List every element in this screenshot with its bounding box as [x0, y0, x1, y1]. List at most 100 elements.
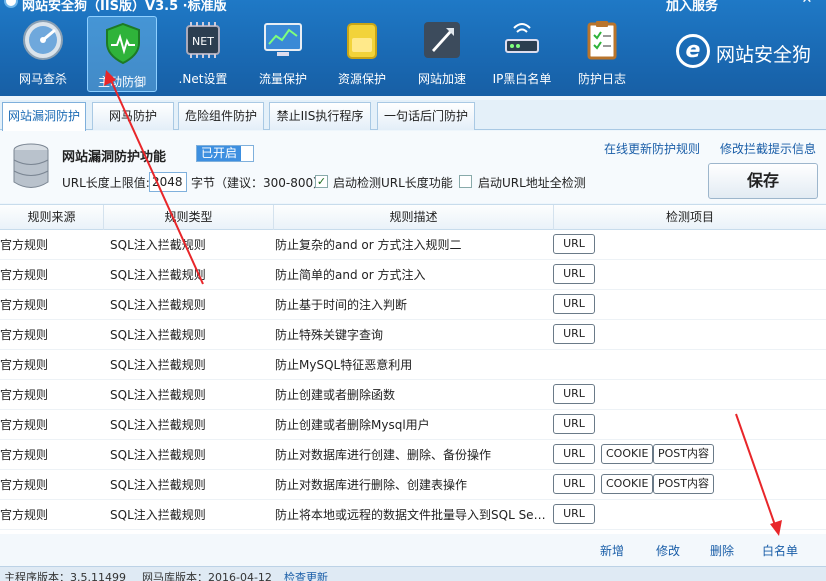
title-bar: 网站安全狗（IIS版）V3.5 ·标准版 加入服务 — ✕ [0, 0, 826, 12]
tab-trojan-protect[interactable]: 网马防护 [92, 102, 174, 130]
check-item-tag[interactable]: URL [553, 384, 595, 404]
tab-danger-component[interactable]: 危险组件防护 [178, 102, 264, 130]
router-icon [505, 23, 539, 53]
check-item-tag[interactable]: URL [553, 414, 595, 434]
edit-button[interactable]: 修改 [656, 542, 680, 559]
toolbar-label: 网站加速 [417, 72, 466, 86]
update-rules-link[interactable]: 在线更新防护规则 [604, 140, 700, 157]
toolbar-item-resource[interactable]: 资源保护 [327, 14, 397, 90]
cell-desc: 防止MySQL特征恶意利用 [275, 358, 413, 372]
toolbar-label: 主动防御 [97, 75, 146, 89]
tab-iis-exec[interactable]: 禁止IIS执行程序 [269, 102, 371, 130]
url-length-check-checkbox[interactable]: ✓ [315, 175, 328, 188]
table-header: 规则来源 规则类型 规则描述 检测项目 [0, 204, 826, 230]
delete-button[interactable]: 删除 [710, 542, 734, 559]
toolbar-item-active-defense[interactable]: 主动防御 [87, 16, 157, 92]
modify-tip-link[interactable]: 修改拦截提示信息 [720, 140, 816, 157]
toolbar-item-scan[interactable]: 网马查杀 [8, 14, 78, 90]
monitor-chart-icon [264, 23, 302, 56]
check-item-tag[interactable]: POST内容 [653, 444, 714, 464]
toolbar-item-net-settings[interactable]: NET .Net设置 [168, 14, 238, 90]
table-row[interactable]: 官方规则 SQL注入拦截规则 防止简单的and or 方式注入 URL [0, 260, 826, 290]
tab-vuln-protect[interactable]: 网站漏洞防护 [2, 102, 86, 132]
url-length-input[interactable]: 2048 [149, 172, 187, 192]
settings-panel: 网站漏洞防护功能 已开启 在线更新防护规则 修改拦截提示信息 URL长度上限值:… [0, 131, 826, 203]
table-row[interactable]: 官方规则 SQL注入拦截规则 防止将本地或远程的数据文件批量导入到SQL Serve… [0, 500, 826, 530]
join-service-link[interactable]: 加入服务 [666, 0, 718, 12]
cell-source: 官方规则 [0, 358, 49, 372]
status-toggle[interactable]: 已开启 [196, 145, 254, 162]
check-item-tag[interactable]: URL [553, 234, 595, 254]
check-item-tag[interactable]: URL [553, 294, 595, 314]
cell-source: 官方规则 [0, 448, 49, 462]
column-header-source[interactable]: 规则来源 [0, 205, 104, 230]
cell-desc: 防止特殊关键字查询 [275, 328, 384, 342]
check-item-tag[interactable]: URL [553, 264, 595, 284]
table-row[interactable]: 官方规则 SQL注入拦截规则 防止特殊关键字查询 URL [0, 320, 826, 350]
toolbar-item-accelerate[interactable]: 网站加速 [407, 14, 477, 90]
cell-source: 官方规则 [0, 238, 49, 252]
table-row[interactable]: 官方规则 SQL注入拦截规则 防止创建或者删除函数 URL [0, 380, 826, 410]
check-item-tag[interactable]: COOKIE [601, 474, 654, 494]
check-item-tag[interactable]: URL [553, 324, 595, 344]
close-button[interactable]: ✕ [800, 0, 814, 7]
cell-desc: 防止创建或者删除函数 [275, 388, 396, 402]
cell-desc: 防止对数据库进行创建、删除、备份操作 [275, 448, 492, 462]
check-item-tag[interactable]: URL [553, 474, 595, 494]
panel-title: 网站漏洞防护功能 [62, 150, 167, 165]
toolbar-label: 网马查杀 [18, 72, 67, 86]
toolbar-item-ip-list[interactable]: IP黑白名单 [487, 14, 557, 90]
cell-type: SQL注入拦截规则 [110, 268, 206, 282]
app-logo-icon [4, 0, 18, 8]
column-header-desc[interactable]: 规则描述 [274, 205, 554, 230]
url-full-check-checkbox[interactable] [459, 175, 472, 188]
column-header-type[interactable]: 规则类型 [104, 205, 274, 230]
cell-source: 官方规则 [0, 508, 49, 522]
toolbar-item-log[interactable]: 防护日志 [567, 14, 637, 90]
whitelist-button[interactable]: 白名单 [762, 542, 798, 559]
minimize-button[interactable]: — [758, 0, 772, 7]
cell-source: 官方规则 [0, 298, 49, 312]
cell-source: 官方规则 [0, 268, 49, 282]
cell-type: SQL注入拦截规则 [110, 418, 206, 432]
cell-type: SQL注入拦截规则 [110, 388, 206, 402]
check-item-tag[interactable]: URL [553, 444, 595, 464]
brand-logo: e 网站安全狗 [676, 32, 826, 72]
table-row[interactable]: 官方规则 SQL注入拦截规则 防止复杂的and or 方式注入规则二 URL [0, 230, 826, 260]
table-row[interactable]: 官方规则 SQL注入拦截规则 防止创建或者删除Mysql用户 URL [0, 410, 826, 440]
url-full-check-label: 启动URL地址全检测 [478, 176, 586, 190]
tab-bar: 网站漏洞防护 网马防护 危险组件防护 禁止IIS执行程序 一句话后门防护 [0, 100, 826, 132]
cell-type: SQL注入拦截规则 [110, 358, 206, 372]
status-bar: 主程序版本：3.5.11499 网马库版本：2016-04-12 检查更新 [0, 566, 826, 581]
cell-source: 官方规则 [0, 388, 49, 402]
check-item-tag[interactable]: POST内容 [653, 474, 714, 494]
cell-type: SQL注入拦截规则 [110, 508, 206, 522]
table-row[interactable]: 官方规则 SQL注入拦截规则 防止对数据库进行创建、删除、备份操作 URL COOKIE… [0, 440, 826, 470]
folder-icon [347, 23, 377, 59]
toolbar-label: 资源保护 [337, 72, 386, 86]
cell-type: SQL注入拦截规则 [110, 478, 206, 492]
save-button[interactable]: 保存 [708, 163, 818, 199]
table-row[interactable]: 官方规则 SQL注入拦截规则 防止MySQL特征恶意利用 [0, 350, 826, 380]
action-bar: 新增 修改 删除 白名单 [0, 534, 826, 566]
url-length-hint: 字节（建议：300-800） [191, 176, 326, 190]
add-button[interactable]: 新增 [600, 542, 624, 559]
check-item-tag[interactable]: COOKIE [601, 444, 654, 464]
toolbar-item-traffic[interactable]: 流量保护 [248, 14, 318, 90]
cell-desc: 防止复杂的and or 方式注入规则二 [275, 238, 462, 252]
table-row[interactable]: 官方规则 SQL注入拦截规则 防止基于时间的注入判断 URL [0, 290, 826, 320]
cell-source: 官方规则 [0, 418, 49, 432]
cell-desc: 防止创建或者删除Mysql用户 [275, 418, 430, 432]
url-length-label: URL长度上限值: [62, 176, 150, 190]
toolbar-label: IP黑白名单 [492, 72, 552, 86]
check-item-tag[interactable]: URL [553, 504, 595, 524]
cell-type: SQL注入拦截规则 [110, 328, 206, 342]
brand-name: 网站安全狗 [716, 44, 812, 66]
check-update-link[interactable]: 检查更新 [284, 569, 328, 581]
database-icon [13, 143, 49, 188]
toolbar-label: 防护日志 [577, 72, 626, 86]
table-row[interactable]: 官方规则 SQL注入拦截规则 防止对数据库进行删除、创建表操作 URL COOKIE PO… [0, 470, 826, 500]
column-header-checks[interactable]: 检测项目 [554, 205, 826, 230]
status-toggle-label: 已开启 [197, 146, 241, 161]
tab-backdoor[interactable]: 一句话后门防护 [377, 102, 475, 130]
